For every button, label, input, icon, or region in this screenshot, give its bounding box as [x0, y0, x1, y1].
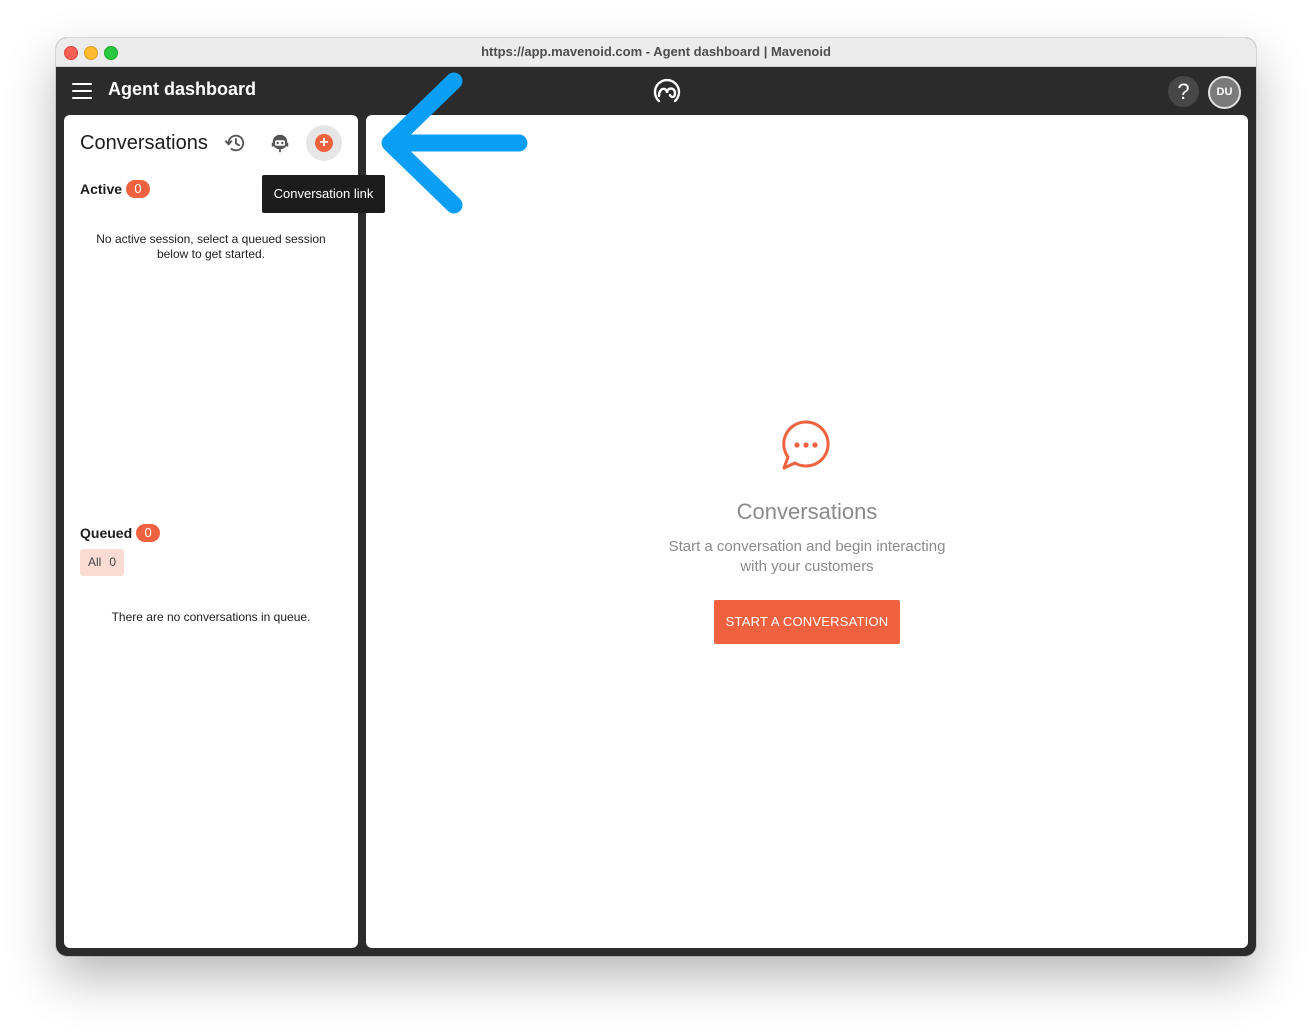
- filter-chip-label: All: [88, 555, 102, 569]
- active-label: Active: [80, 181, 123, 197]
- app-title: Agent dashboard: [108, 79, 257, 99]
- empty-state-title: Conversations: [736, 499, 878, 524]
- queued-label: Queued: [80, 525, 133, 541]
- chat-bubble-icon: [782, 420, 830, 470]
- queued-section-label: Queued 0: [80, 524, 161, 542]
- conversation-main-panel: Conversations Start a conversation and b…: [366, 115, 1248, 948]
- start-conversation-button[interactable]: START A CONVERSATION: [714, 600, 900, 644]
- queued-count-badge: 0: [136, 524, 161, 542]
- help-button[interactable]: ?: [1168, 76, 1199, 107]
- active-count-badge: 0: [126, 180, 151, 198]
- agent-icon[interactable]: [269, 132, 291, 154]
- queue-empty-message: There are no conversations in queue.: [111, 610, 311, 624]
- window-titlebar: https://app.mavenoid.com - Agent dashboa…: [56, 38, 1256, 67]
- history-icon[interactable]: [224, 132, 246, 154]
- active-empty-message: No active session, select a queued sessi…: [96, 232, 326, 261]
- conversation-link-tooltip: Conversation link: [262, 175, 385, 213]
- browser-window: https://app.mavenoid.com - Agent dashboa…: [56, 38, 1256, 956]
- active-section-label: Active 0: [80, 180, 151, 198]
- mavenoid-logo-icon: [653, 78, 681, 103]
- conversations-sidebar: Conversations + Conversation link Active…: [64, 115, 385, 948]
- user-avatar[interactable]: DU: [1208, 76, 1241, 109]
- conversation-link-button[interactable]: +: [306, 125, 342, 161]
- hamburger-menu-icon[interactable]: [72, 83, 92, 99]
- queue-filter-all[interactable]: All 0: [80, 549, 125, 576]
- filter-chip-count: 0: [109, 555, 117, 569]
- sidebar-title: Conversations: [80, 132, 208, 154]
- empty-state-description: Start a conversation and begin interacti…: [668, 538, 946, 575]
- window-title: https://app.mavenoid.com - Agent dashboa…: [481, 44, 831, 59]
- app-header: Agent dashboard ? DU: [56, 67, 1256, 115]
- plus-icon: +: [315, 134, 333, 152]
